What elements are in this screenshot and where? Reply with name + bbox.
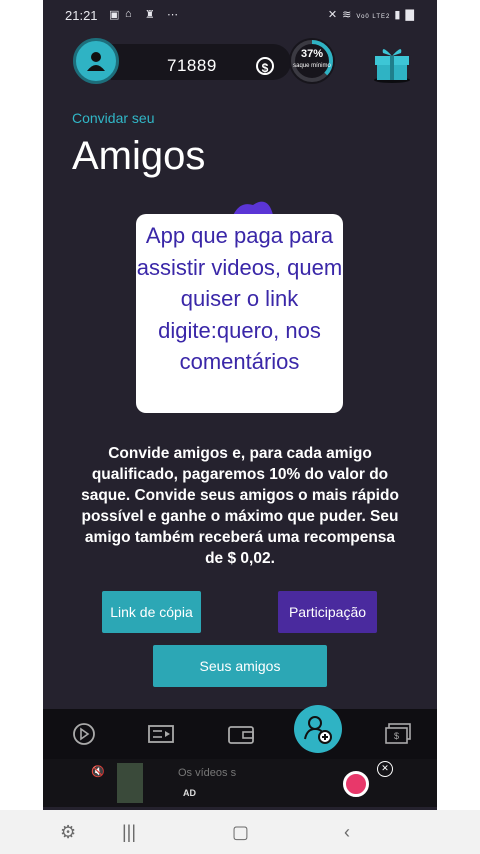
status-bar: 21:21 ▣ ⌂ ♜ ⋯ ✕ ≋ Vo0 LTE2 ▮ ▇ xyxy=(43,0,437,30)
user-header: 71889 $ 37% saque mínimo xyxy=(73,38,335,84)
accessibility-icon[interactable]: ⚙ xyxy=(60,822,76,843)
gift-icon[interactable] xyxy=(371,40,413,84)
avatar[interactable] xyxy=(73,38,119,84)
ad-title: Os vídeos s xyxy=(178,767,237,779)
dollar-icon: $ xyxy=(256,57,274,75)
app-screen: 21:21 ▣ ⌂ ♜ ⋯ ✕ ≋ Vo0 LTE2 ▮ ▇ 71889 $ 3… xyxy=(43,0,437,854)
recent-apps-icon[interactable]: ||| xyxy=(122,822,136,843)
user-icon xyxy=(87,52,105,71)
network-label: Vo0 LTE2 xyxy=(356,14,391,20)
mute-video-icon[interactable]: 🔇 xyxy=(91,765,105,778)
add-friend-icon xyxy=(304,716,332,744)
svg-text:$: $ xyxy=(394,731,399,741)
more-icon: ⋯ xyxy=(167,9,178,21)
wifi-icon: ≋ xyxy=(342,9,353,21)
progress-caption: saque mínimo xyxy=(293,63,331,69)
mute-icon: ✕ xyxy=(327,9,339,21)
close-icon[interactable]: ✕ xyxy=(377,761,393,777)
page-title: Amigos xyxy=(72,134,206,178)
bottom-nav: $ xyxy=(43,709,437,759)
promo-overlay: App que paga para assistir videos, quem … xyxy=(136,214,343,413)
progress-ring xyxy=(291,40,333,82)
wallet-icon[interactable] xyxy=(228,723,254,745)
progress-percent: 37% xyxy=(300,48,324,60)
status-time: 21:21 xyxy=(65,8,98,23)
play-icon[interactable] xyxy=(71,723,97,745)
gallery-icon: ▣ xyxy=(109,9,120,21)
signal-icon: ▮ xyxy=(394,9,402,21)
coin-balance-pill: 71889 $ xyxy=(111,44,291,80)
coin-balance: 71889 xyxy=(167,56,217,75)
participation-button[interactable]: Participação xyxy=(278,591,377,633)
withdraw-progress[interactable]: 37% saque mínimo xyxy=(289,38,335,84)
home-icon[interactable]: ▢ xyxy=(232,822,249,843)
invite-description: Convide amigos e, para cada amigo qualif… xyxy=(81,445,399,567)
copy-link-button[interactable]: Link de cópia xyxy=(102,591,201,633)
record-icon[interactable] xyxy=(343,771,369,797)
vpn-icon: ⌂ xyxy=(125,8,132,20)
your-friends-button[interactable]: Seus amigos xyxy=(153,645,327,687)
video-list-icon[interactable] xyxy=(148,723,174,745)
battery-icon: ▇ xyxy=(405,9,415,21)
system-nav-bar: ⚙ ||| ▢ ‹ xyxy=(0,810,480,854)
ad-thumbnail[interactable] xyxy=(117,763,143,803)
back-icon[interactable]: ‹ xyxy=(344,822,350,843)
system-status-icons: ✕ ≋ Vo0 LTE2 ▮ ▇ xyxy=(328,8,415,21)
person-icon: ♜ xyxy=(145,9,155,21)
invite-subtitle: Convidar seu xyxy=(72,110,155,126)
add-friend-button[interactable] xyxy=(294,705,342,753)
ad-label: AD xyxy=(183,788,196,798)
cash-icon[interactable]: $ xyxy=(385,723,411,745)
ad-banner[interactable]: 🔇 Os vídeos s AD ✕ xyxy=(43,759,437,807)
